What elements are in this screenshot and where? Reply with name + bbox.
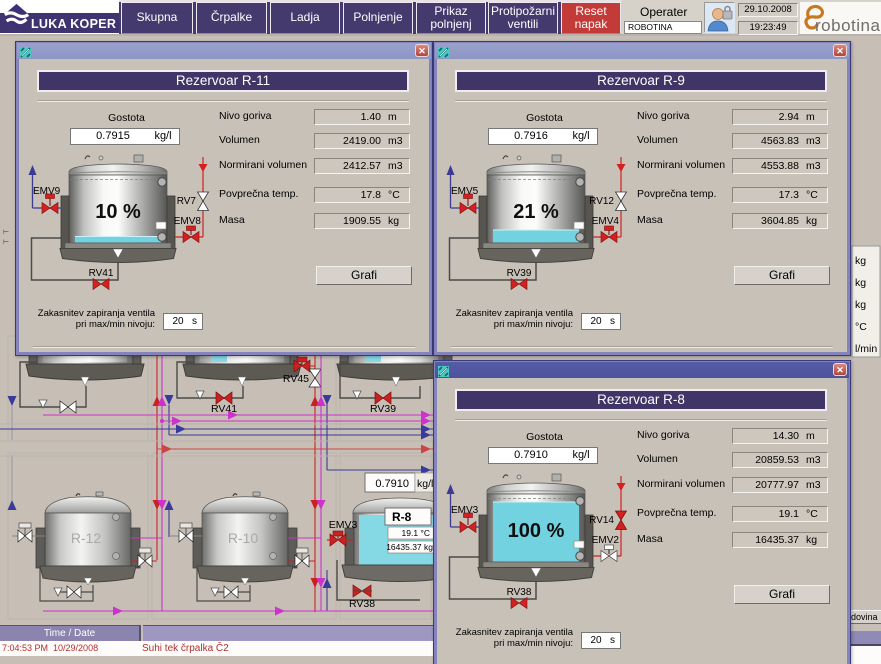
svg-text:⊢: ⊢: [3, 239, 9, 246]
svg-text:⊢: ⊢: [3, 229, 9, 236]
svg-text:kg: kg: [855, 255, 866, 267]
svg-text:21 %: 21 %: [513, 201, 559, 223]
svg-text:R-12: R-12: [71, 530, 102, 546]
svg-text:RV14: RV14: [589, 515, 614, 526]
svg-text:RV39: RV39: [507, 268, 532, 279]
svg-text:R-10: R-10: [228, 530, 259, 546]
svg-text:100 %: 100 %: [508, 520, 565, 542]
svg-text:kg/l: kg/l: [417, 478, 433, 490]
svg-text:RV38: RV38: [349, 598, 375, 610]
svg-text:RV12: RV12: [589, 196, 614, 207]
svg-text:RV45: RV45: [283, 373, 309, 385]
svg-text:10 %: 10 %: [95, 201, 141, 223]
svg-text:kg: kg: [855, 277, 866, 289]
svg-text:EMV5: EMV5: [451, 186, 479, 197]
svg-text:EMV4: EMV4: [592, 216, 620, 227]
svg-text:l/min: l/min: [855, 343, 877, 355]
svg-text:19.1 °C: 19.1 °C: [402, 528, 430, 538]
svg-text:16435.37 kg: 16435.37 kg: [386, 542, 433, 552]
svg-text:RV7: RV7: [177, 196, 197, 207]
svg-text:°C: °C: [855, 321, 867, 333]
svg-text:R-8: R-8: [392, 510, 412, 524]
svg-text:RV38: RV38: [507, 587, 532, 598]
svg-text:EMV2: EMV2: [592, 535, 620, 546]
svg-text:EMV3: EMV3: [451, 505, 479, 516]
svg-text:EMV3: EMV3: [329, 519, 358, 531]
svg-text:EMV9: EMV9: [33, 186, 61, 197]
svg-text:RV41: RV41: [89, 268, 114, 279]
svg-text:0.7910: 0.7910: [375, 478, 409, 490]
svg-text:EMV8: EMV8: [174, 216, 202, 227]
svg-text:RV39: RV39: [370, 403, 396, 415]
svg-text:kg: kg: [855, 299, 866, 311]
